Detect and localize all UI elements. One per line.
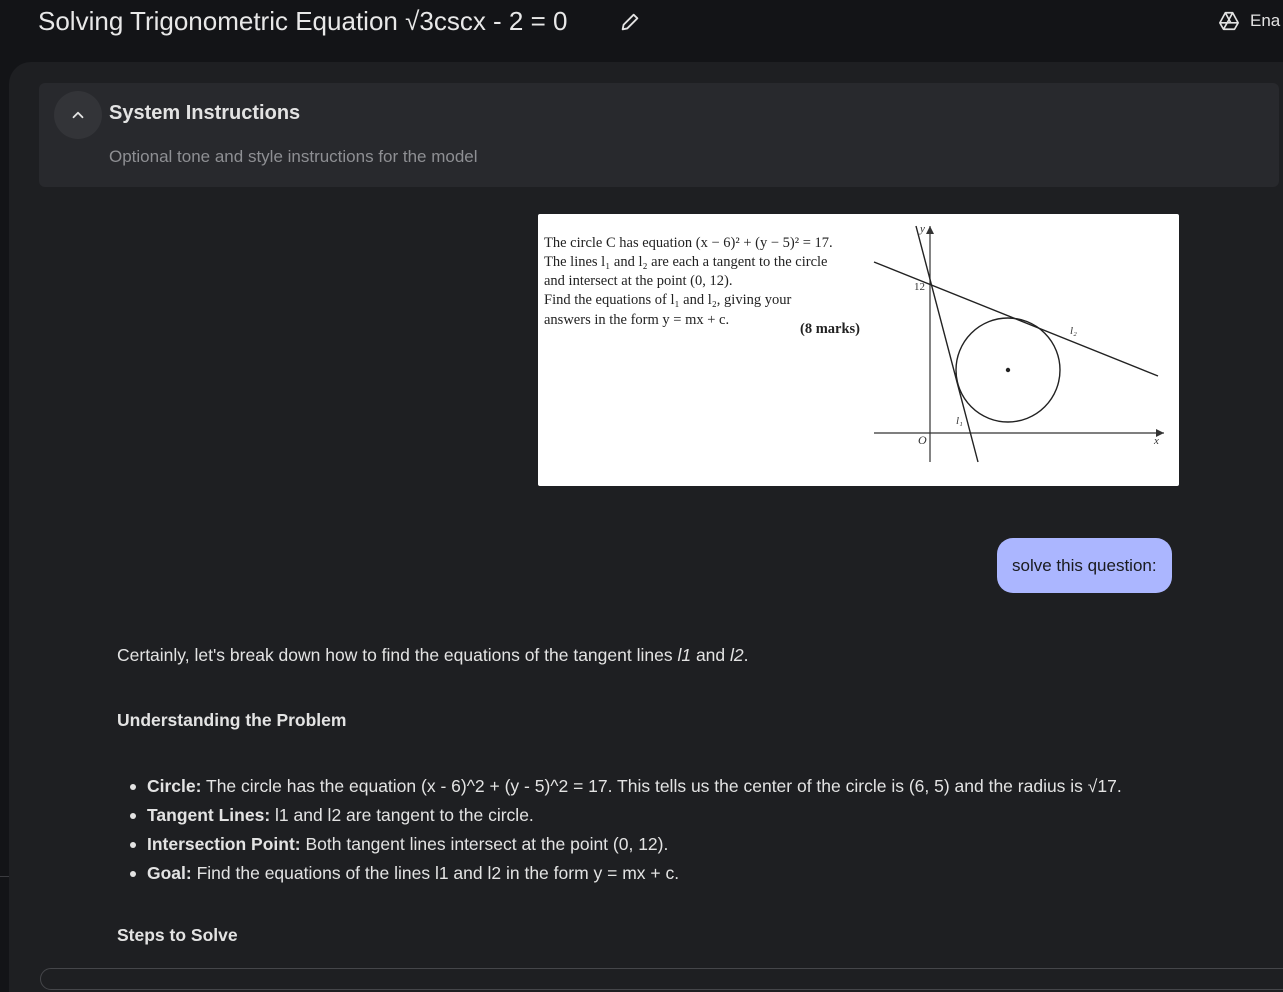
intro-l1: l1 bbox=[677, 645, 692, 665]
question-image: The circle C has equation (x − 6)² + (y … bbox=[538, 214, 1179, 486]
list-item: Intersection Point: Both tangent lines i… bbox=[117, 830, 1122, 859]
question-line: The circle C has equation (x − 6)² + (y … bbox=[544, 235, 833, 251]
x-axis-label: x bbox=[1153, 435, 1159, 447]
tangent-line-l1 bbox=[915, 225, 979, 463]
y-axis-label: y bbox=[919, 223, 925, 235]
response-intro: Certainly, let's break down how to find … bbox=[117, 645, 1217, 666]
list-item: Goal: Find the equations of the lines l1… bbox=[117, 859, 1122, 888]
intro-text: Certainly, let's break down how to find … bbox=[117, 645, 678, 665]
bullet-label: Tangent Lines: bbox=[147, 805, 271, 825]
list-item: Circle: The circle has the equation (x -… bbox=[117, 772, 1122, 801]
intro-end: . bbox=[743, 645, 749, 665]
chevron-up-icon bbox=[72, 111, 84, 119]
bullet-text: Find the equations of the lines l1 and l… bbox=[191, 863, 680, 883]
collapse-button[interactable] bbox=[54, 91, 102, 139]
line2-label: l₂ bbox=[1070, 325, 1077, 337]
system-instructions-title: System Instructions bbox=[109, 102, 301, 124]
section-heading: Steps to Solve bbox=[117, 925, 238, 945]
question-text: The circle C has equation (x − 6)² + (y … bbox=[544, 234, 864, 337]
intro-l2: l2 bbox=[730, 645, 744, 665]
question-line: and intersect at the point (0, 12). bbox=[544, 273, 733, 290]
bullet-text: Both tangent lines intersect at the poin… bbox=[300, 834, 669, 854]
bullet-label: Goal: bbox=[147, 863, 192, 883]
user-message-bubble[interactable]: solve this question: bbox=[997, 538, 1172, 593]
bullet-label: Circle: bbox=[147, 776, 202, 796]
section-heading: Understanding the Problem bbox=[117, 710, 347, 730]
question-line: The lines l₁ and l₂ are each a tangent t… bbox=[544, 254, 828, 271]
problem-bullet-list: Circle: The circle has the equation (x -… bbox=[117, 772, 1122, 888]
edit-title-icon[interactable] bbox=[619, 11, 641, 33]
question-line: Find the equations of l₁ and l₂, giving … bbox=[544, 292, 792, 309]
bullet-label: Intersection Point: bbox=[147, 834, 301, 854]
intro-and: and bbox=[691, 645, 731, 665]
bullet-text: l1 and l2 are tangent to the circle. bbox=[270, 805, 534, 825]
circle-tangent-graph: y x O 12 l₁ l₂ bbox=[873, 223, 1164, 463]
circle-center bbox=[1005, 367, 1011, 373]
enable-drive-button[interactable]: Ena bbox=[1218, 10, 1280, 32]
y-axis-arrow bbox=[926, 226, 934, 234]
prompt-input[interactable] bbox=[40, 968, 1283, 990]
divider bbox=[0, 876, 9, 877]
line1-label: l₁ bbox=[956, 415, 963, 427]
marks-label: (8 marks) bbox=[800, 321, 861, 337]
bullet-text: The circle has the equation (x - 6)^2 + … bbox=[201, 776, 1122, 796]
list-item: Tangent Lines: l1 and l2 are tangent to … bbox=[117, 801, 1122, 830]
origin-label: O bbox=[918, 433, 927, 447]
enable-label: Ena bbox=[1250, 11, 1281, 30]
system-instructions-card[interactable] bbox=[39, 83, 1279, 187]
drive-icon bbox=[1219, 11, 1239, 31]
top-bar: Solving Trigonometric Equation √3cscx - … bbox=[0, 0, 1283, 62]
page-title: Solving Trigonometric Equation √3cscx - … bbox=[38, 6, 568, 36]
system-instructions-input[interactable]: Optional tone and style instructions for… bbox=[109, 147, 478, 167]
y-intercept-label: 12 bbox=[914, 281, 925, 293]
